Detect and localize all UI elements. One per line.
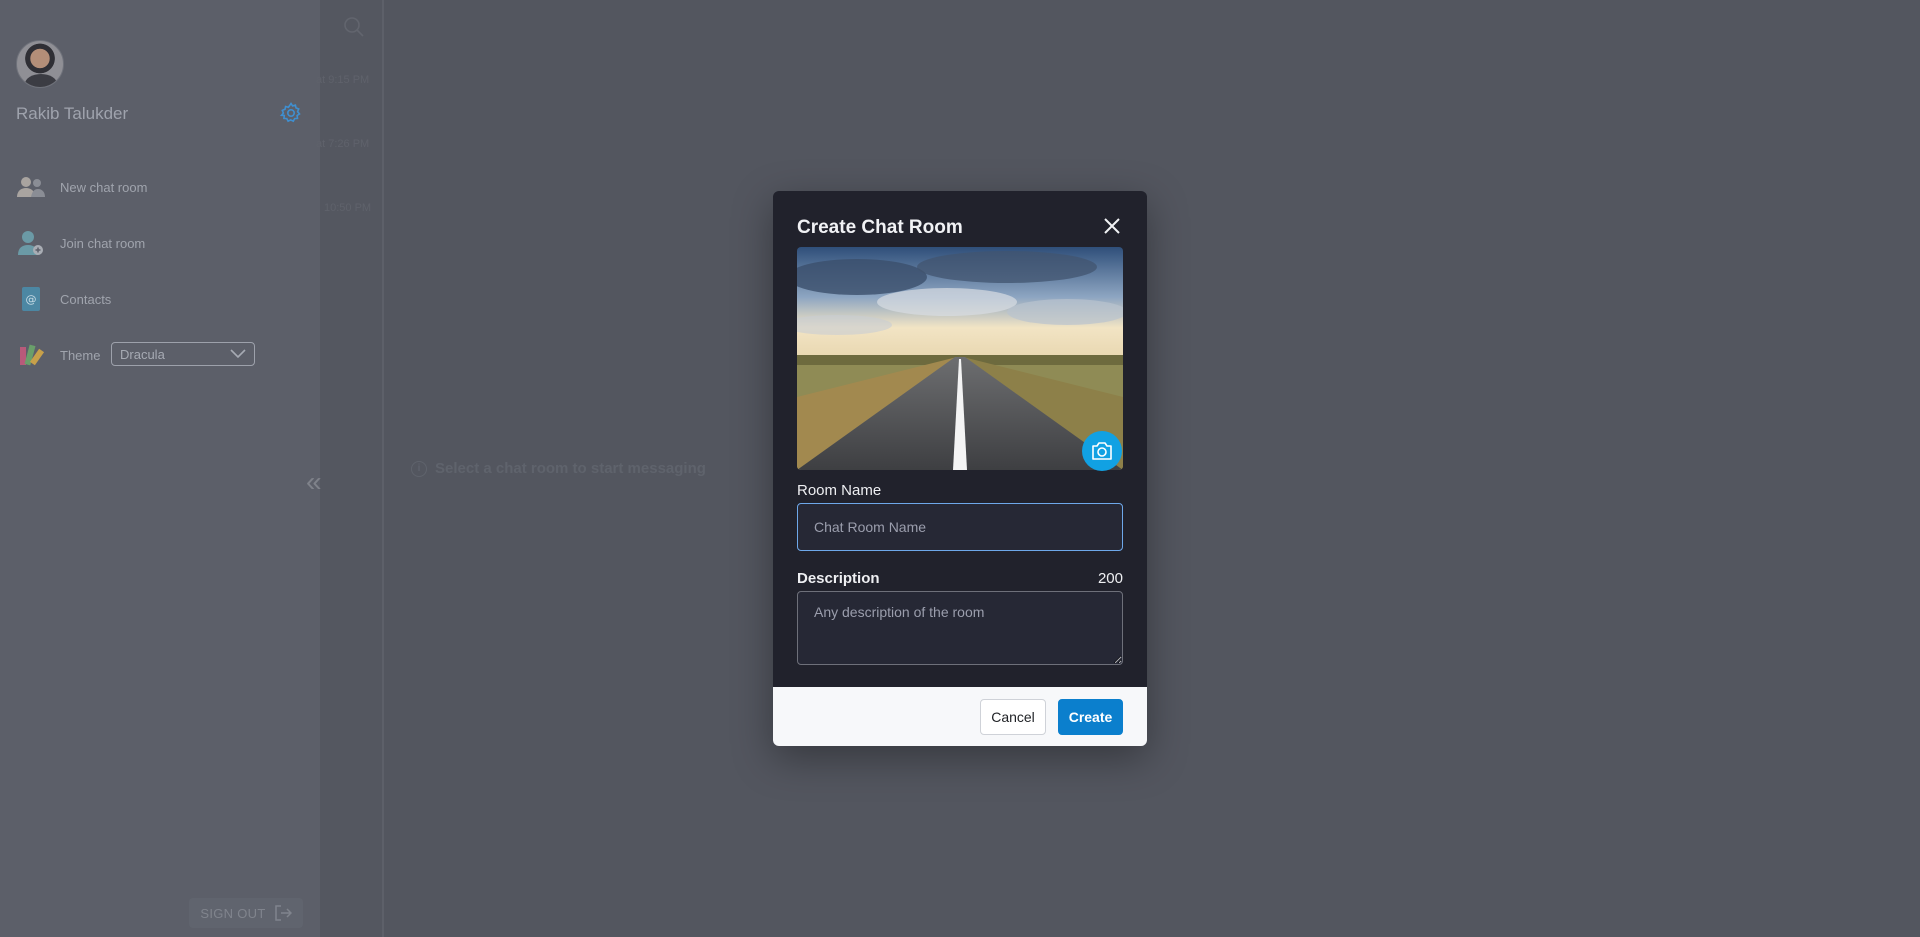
user-name: Rakib Talukder — [16, 104, 129, 123]
create-button[interactable]: Create — [1058, 699, 1123, 735]
menu-contacts-label: Contacts — [60, 291, 112, 307]
sign-out-label: SIGN OUT — [200, 905, 266, 921]
sign-out-icon — [274, 905, 292, 921]
theme-label: Theme — [60, 347, 101, 363]
menu-new-chat-room-label: New chat room — [60, 179, 148, 195]
create-chat-room-modal: Create Chat Room Room Name Chat Room Nam… — [773, 191, 1147, 746]
modal-footer: Cancel Create — [773, 687, 1147, 746]
info-icon: i — [411, 460, 427, 477]
sidebar: Rakib Talukder New chat room Join chat r… — [0, 0, 320, 937]
description-label: Description — [797, 570, 880, 587]
menu-theme: Theme — [16, 341, 100, 369]
user-join-icon — [16, 229, 46, 257]
room-name-input[interactable] — [797, 503, 1123, 551]
change-image-button[interactable] — [1082, 431, 1122, 471]
room-image-preview[interactable] — [797, 247, 1123, 470]
close-icon[interactable] — [1101, 215, 1123, 237]
description-textarea[interactable] — [797, 591, 1123, 665]
cancel-button[interactable]: Cancel — [980, 699, 1046, 735]
users-icon — [16, 173, 46, 201]
contacts-book-icon: @ — [16, 285, 46, 313]
sign-out-button[interactable]: SIGN OUT — [189, 898, 303, 928]
palette-icon — [16, 341, 46, 369]
user-avatar[interactable] — [16, 40, 64, 88]
menu-contacts[interactable]: @ Contacts — [16, 285, 111, 313]
svg-text:@: @ — [26, 293, 37, 306]
empty-state-hint: i Select a chat room to start messaging — [411, 460, 706, 477]
theme-select[interactable]: Dracula — [111, 342, 255, 366]
camera-icon — [1092, 442, 1112, 460]
menu-join-chat-room-label: Join chat room — [60, 235, 146, 251]
collapse-sidebar-icon[interactable]: « — [306, 468, 328, 496]
chat-time: at 9:15 PM — [316, 74, 370, 86]
empty-state-text: Select a chat room to start messaging — [435, 460, 706, 477]
gear-icon[interactable] — [279, 101, 303, 125]
modal-title: Create Chat Room — [797, 217, 963, 238]
menu-new-chat-room[interactable]: New chat room — [16, 173, 147, 201]
chevron-down-icon — [230, 349, 246, 359]
chat-time: at 7:26 PM — [316, 138, 370, 150]
menu-join-chat-room[interactable]: Join chat room — [16, 229, 145, 257]
chat-time: 10:50 PM — [324, 202, 372, 214]
room-name-label: Room Name — [797, 482, 882, 499]
theme-select-value: Dracula — [120, 346, 165, 362]
search-icon[interactable] — [343, 16, 365, 38]
description-char-counter: 200 — [1097, 570, 1123, 587]
